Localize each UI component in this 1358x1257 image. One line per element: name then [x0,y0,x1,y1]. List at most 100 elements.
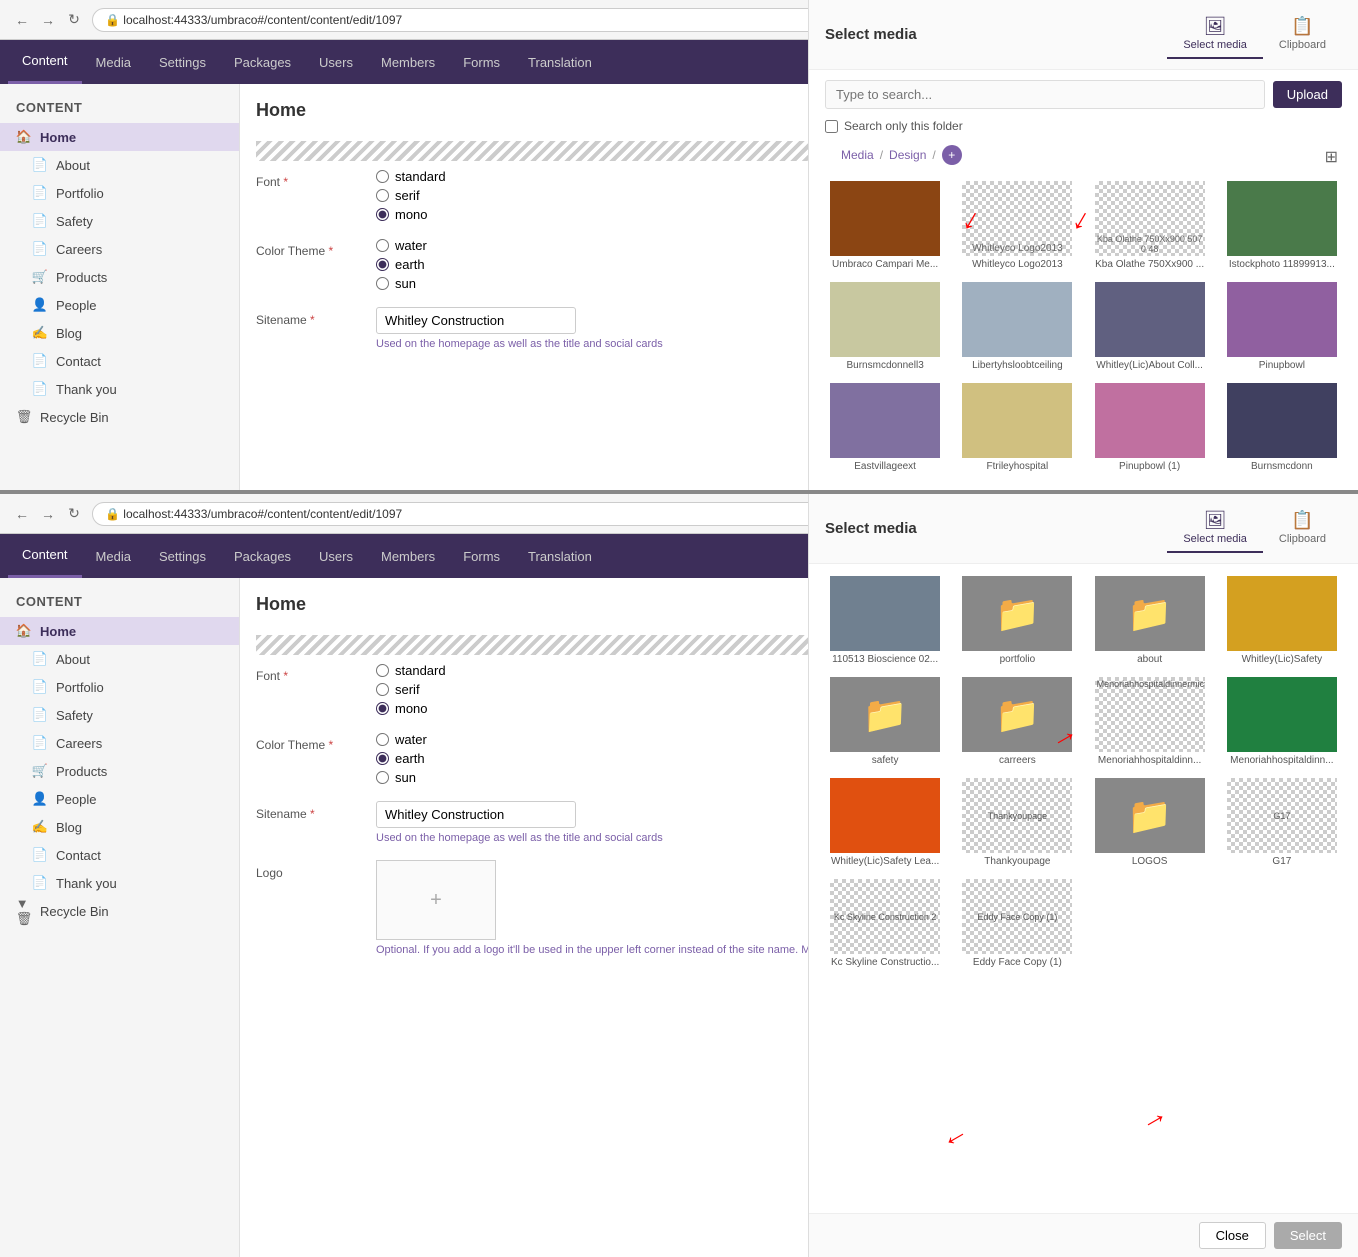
font-serif-bottom[interactable]: serif [376,682,446,697]
nav-forms-bottom[interactable]: Forms [449,534,514,578]
color-water-bottom[interactable]: water [376,732,427,747]
color-sun-bottom[interactable]: sun [376,770,427,785]
media-item-4-bottom[interactable]: 📁 safety [821,673,949,770]
add-folder-btn-top[interactable]: + [942,145,962,165]
breadcrumb-design-top[interactable]: Design [889,148,926,162]
nav-translation-top[interactable]: Translation [514,40,606,84]
search-input-top[interactable] [825,80,1265,109]
nav-members-bottom[interactable]: Members [367,534,449,578]
media-item-12-bottom[interactable]: Kc Skyline Construction 2 Kc Skyline Con… [821,875,949,972]
sidebar-portfolio-top[interactable]: 📄 Portfolio [0,179,239,207]
sidebar-portfolio-bottom[interactable]: 📄 Portfolio [0,673,239,701]
color-water-top[interactable]: water [376,238,427,253]
media-item-9-bottom[interactable]: Thankyoupage Thankyoupage [953,774,1081,871]
media-item-11-bottom[interactable]: G17 G17 [1218,774,1346,871]
media-item-7-bottom[interactable]: Menoriahhospitaldinn... [1218,673,1346,770]
media-item-4-top[interactable]: Burnsmcdonnell3 [821,278,949,375]
nav-settings-top[interactable]: Settings [145,40,220,84]
overlay-tab-select-bottom[interactable]: 🖼 Select media [1167,504,1263,553]
sidebar-home-top[interactable]: 🏠 Home [0,123,239,151]
sidebar-thankyou-top[interactable]: 📄 Thank you [0,375,239,403]
sidebar-careers-top[interactable]: 📄 Careers [0,235,239,263]
sidebar-thankyou-bottom[interactable]: 📄 Thank you [0,869,239,897]
sidebar-recycle-top[interactable]: 🗑 Recycle Bin [0,403,239,431]
sidebar-blog-top[interactable]: ✍ Blog [0,319,239,347]
media-item-10-bottom[interactable]: 📁 LOGOS [1086,774,1214,871]
media-item-7-top[interactable]: Pinupbowl [1218,278,1346,375]
sidebar-people-bottom[interactable]: 👤 People [0,785,239,813]
media-item-1-top[interactable]: Whitleyco Logo2013 Whitleyco Logo2013 [953,177,1081,274]
refresh-btn-top[interactable]: ↻ [64,10,84,30]
nav-users-top[interactable]: Users [305,40,367,84]
nav-media-bottom[interactable]: Media [82,534,145,578]
font-standard-top[interactable]: standard [376,169,446,184]
media-item-2-top[interactable]: Kba Olathe 750Xx900 507 0 48 Kba Olathe … [1086,177,1214,274]
nav-translation-bottom[interactable]: Translation [514,534,606,578]
sidebar-products-bottom[interactable]: 🛒 Products [0,757,239,785]
media-item-5-top[interactable]: Libertyhsloobtceiling [953,278,1081,375]
nav-packages-top[interactable]: Packages [220,40,305,84]
nav-packages-bottom[interactable]: Packages [220,534,305,578]
sitename-input-bottom[interactable] [376,801,576,828]
overlay-tab-select-top[interactable]: 🖼 Select media [1167,10,1263,59]
font-serif-top[interactable]: serif [376,188,446,203]
forward-btn-top[interactable]: → [38,10,58,30]
forward-btn-bottom[interactable]: → [38,504,58,524]
overlay-tab-clipboard-top[interactable]: 📋 Clipboard [1263,10,1342,59]
media-item-1-bottom[interactable]: 📁 portfolio [953,572,1081,669]
nav-users-bottom[interactable]: Users [305,534,367,578]
media-item-13-bottom[interactable]: Eddy Face Copy (1) Eddy Face Copy (1) [953,875,1081,972]
font-mono-bottom[interactable]: mono [376,701,446,716]
back-btn-bottom[interactable]: ← [12,504,32,524]
nav-members-top[interactable]: Members [367,40,449,84]
color-earth-top[interactable]: earth [376,257,427,272]
media-item-0-bottom[interactable]: 110513 Bioscience 02... [821,572,949,669]
close-btn-bottom[interactable]: Close [1199,1222,1266,1249]
media-item-8-top[interactable]: Eastvillageext [821,379,949,476]
back-btn-top[interactable]: ← [12,10,32,30]
nav-forms-top[interactable]: Forms [449,40,514,84]
media-item-6-top[interactable]: Whitley(Lic)About Coll... [1086,278,1214,375]
refresh-btn-bottom[interactable]: ↻ [64,504,84,524]
nav-content-bottom[interactable]: Content [8,534,82,578]
sidebar-products-top[interactable]: 🛒 Products [0,263,239,291]
media-item-2-bottom[interactable]: 📁 about [1086,572,1214,669]
font-mono-top[interactable]: mono [376,207,446,222]
sidebar-contact-bottom[interactable]: 📄 Contact [0,841,239,869]
sidebar-blog-bottom[interactable]: ✍ Blog [0,813,239,841]
search-folder-checkbox-top[interactable] [825,120,838,133]
overlay-tab-clipboard-bottom[interactable]: 📋 Clipboard [1263,504,1342,553]
sidebar-home-bottom[interactable]: 🏠 Home [0,617,239,645]
color-sun-top[interactable]: sun [376,276,427,291]
media-item-10-top[interactable]: Pinupbowl (1) [1086,379,1214,476]
page-icon-thankyou-top: 📄 [32,381,48,397]
media-item-6-bottom[interactable]: Menoriahhospitaldinnermict2 Menoriahhosp… [1086,673,1214,770]
upload-btn-top[interactable]: Upload [1273,81,1342,108]
media-item-9-top[interactable]: Ftrileyhospital [953,379,1081,476]
logo-upload-bottom[interactable]: + [376,860,496,940]
media-item-5-bottom[interactable]: 📁 carreers [953,673,1081,770]
sidebar-recycle-bottom[interactable]: ▼ 🗑 Recycle Bin [0,897,239,925]
sidebar-safety-top[interactable]: 📄 Safety [0,207,239,235]
grid-toggle-top[interactable]: ⊞ [1309,147,1354,167]
sitename-input-top[interactable] [376,307,576,334]
media-item-3-bottom[interactable]: Whitley(Lic)Safety [1218,572,1346,669]
font-standard-bottom[interactable]: standard [376,663,446,678]
color-earth-bottom[interactable]: earth [376,751,427,766]
sidebar-people-top[interactable]: 👤 People [0,291,239,319]
sidebar-about-top[interactable]: 📄 About [0,151,239,179]
media-item-8-bottom[interactable]: Whitley(Lic)Safety Lea... [821,774,949,871]
nav-media-top[interactable]: Media [82,40,145,84]
media-item-3-top[interactable]: Istockphoto 11899913... [1218,177,1346,274]
media-item-11-top[interactable]: Burnsmcdonn [1218,379,1346,476]
media-item-0-top[interactable]: Umbraco Campari Me... [821,177,949,274]
nav-content-top[interactable]: Content [8,40,82,84]
sidebar-contact-top[interactable]: 📄 Contact [0,347,239,375]
select-btn-bottom[interactable]: Select [1274,1222,1342,1249]
nav-settings-bottom[interactable]: Settings [145,534,220,578]
breadcrumb-media-top[interactable]: Media [841,148,874,162]
media-label-0-bottom: 110513 Bioscience 02... [830,654,940,665]
sidebar-safety-bottom[interactable]: 📄 Safety [0,701,239,729]
sidebar-about-bottom[interactable]: 📄 About [0,645,239,673]
sidebar-careers-bottom[interactable]: 📄 Careers [0,729,239,757]
